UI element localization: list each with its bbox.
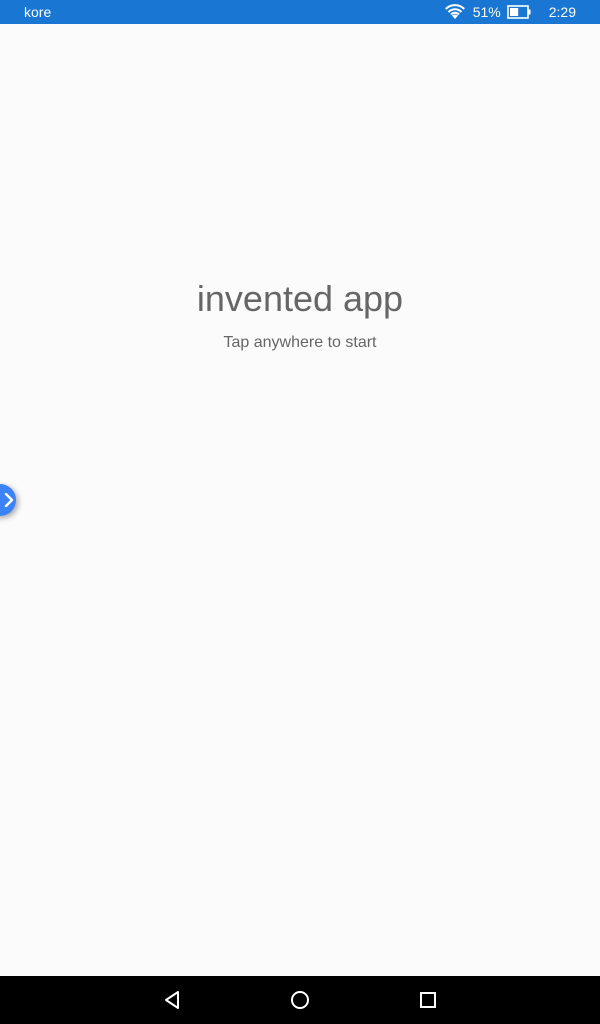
recents-icon[interactable] [416,988,440,1012]
screen: kore 51% 2:29 invented app Tap anywhere … [0,0,600,1024]
navigation-bar [0,976,600,1024]
battery-icon [506,5,531,19]
battery-percent: 51% [472,4,501,20]
wifi-icon [444,4,465,19]
tap-to-start-hint: Tap anywhere to start [223,334,377,351]
start-screen[interactable]: invented app Tap anywhere to start [0,24,600,976]
app-title: invented app [196,278,404,319]
carrier-label: kore [24,4,52,20]
clock: 2:29 [548,4,576,20]
chevron-right-icon [4,493,14,507]
back-icon[interactable] [160,988,184,1012]
status-bar: kore 51% 2:29 [0,0,600,24]
home-icon[interactable] [288,988,312,1012]
status-icons: 51% 2:29 [444,0,576,24]
